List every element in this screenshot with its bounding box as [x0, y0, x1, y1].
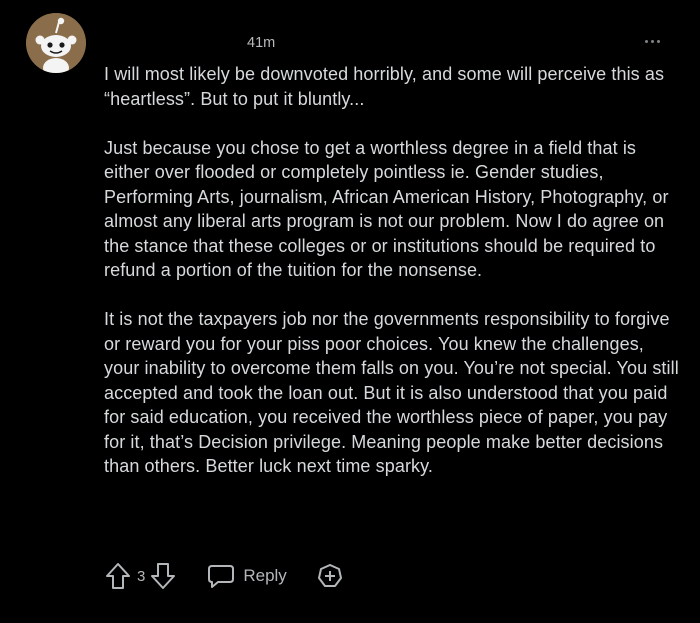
reply-button[interactable]: Reply: [207, 563, 287, 589]
downvote-button[interactable]: [149, 562, 177, 590]
reply-label: Reply: [243, 566, 287, 585]
more-options-icon: [644, 39, 648, 43]
comment-body: I will most likely be downvoted horribly…: [104, 62, 679, 503]
comment-timestamp: 41m: [247, 35, 276, 51]
comment-paragraph: Just because you chose to get a worthles…: [104, 137, 669, 281]
snoo-avatar-icon: [26, 13, 86, 73]
award-plus-icon: [317, 564, 342, 587]
more-options-button[interactable]: [636, 30, 668, 52]
comment-paragraph: I will most likely be downvoted horribly…: [104, 64, 665, 109]
comment-actions: 3 Reply: [104, 560, 343, 592]
comment-paragraph: It is not the taxpayers job nor the gove…: [104, 309, 679, 476]
award-button[interactable]: [317, 563, 343, 589]
downvote-arrow-icon: [151, 563, 176, 589]
avatar[interactable]: [26, 13, 86, 73]
upvote-button[interactable]: [104, 562, 132, 590]
upvote-arrow-icon: [106, 563, 130, 589]
speech-bubble-icon: [208, 565, 235, 588]
vote-score: 3: [137, 567, 146, 585]
